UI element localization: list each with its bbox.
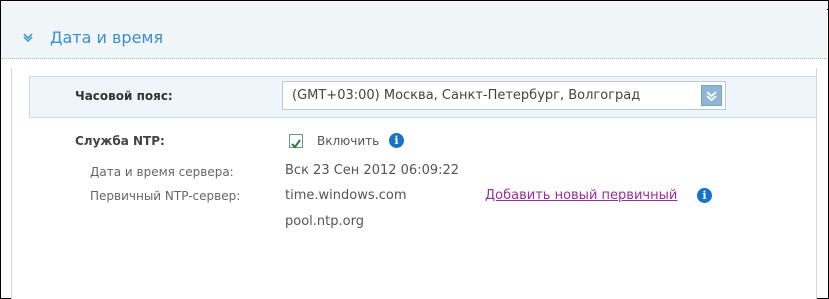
- chevron-down-icon[interactable]: [22, 31, 34, 43]
- section-title: Дата и время: [50, 28, 164, 47]
- timezone-select-value: (GMT+03:00) Москва, Санкт-Петербург, Вол…: [292, 88, 641, 103]
- add-primary-ntp-link[interactable]: Добавить новый первичный: [485, 188, 677, 203]
- ntp-service-label: Служба NTP:: [75, 134, 165, 148]
- info-icon[interactable]: i: [697, 188, 712, 203]
- server-time-label: Дата и время сервера:: [90, 165, 234, 179]
- primary-ntp-server: time.windows.com: [285, 188, 407, 203]
- primary-ntp-server: pool.ntp.org: [285, 214, 364, 229]
- ntp-enable-checkbox[interactable]: [289, 134, 303, 149]
- timezone-select[interactable]: (GMT+03:00) Москва, Санкт-Петербург, Вол…: [282, 81, 726, 110]
- checkmark-icon: [291, 139, 301, 149]
- chevron-down-icon: [706, 91, 717, 102]
- info-icon[interactable]: i: [389, 133, 404, 148]
- ntp-enable-label: Включить: [317, 134, 380, 148]
- primary-ntp-label: Первичный NTP-сервер:: [90, 189, 241, 203]
- timezone-label: Часовой пояс:: [75, 89, 173, 103]
- dropdown-arrow-button[interactable]: [701, 85, 722, 106]
- server-time-value: Вск 23 Сен 2012 06:09:22: [285, 163, 460, 178]
- section-header[interactable]: Дата и время: [1, 9, 827, 59]
